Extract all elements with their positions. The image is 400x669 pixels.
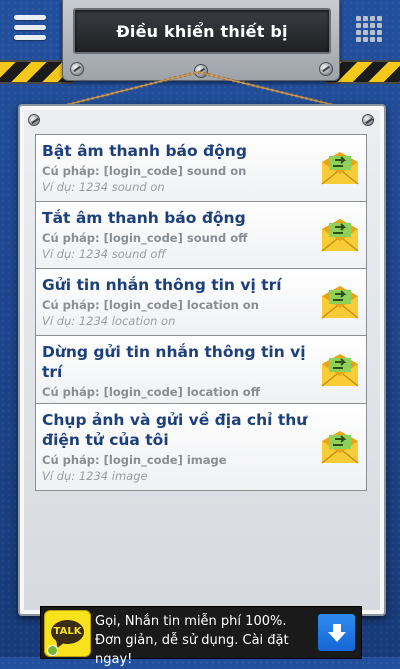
ad-text: Gọi, Nhắn tin miễn phí 100%. Đơn giản, d… bbox=[95, 614, 289, 667]
screw-icon bbox=[362, 114, 374, 126]
command-syntax: Cú pháp: [login_code] sound off bbox=[42, 231, 248, 245]
badge-icon bbox=[47, 645, 58, 656]
command-title: Gửi tin nhắn thông tin vị trí bbox=[42, 276, 282, 294]
menu-button[interactable] bbox=[14, 15, 46, 45]
send-mail-icon[interactable] bbox=[320, 215, 360, 255]
screw-icon bbox=[70, 62, 84, 76]
send-mail-icon[interactable] bbox=[320, 350, 360, 390]
list-item[interactable]: Dừng gửi tin nhắn thông tin vị trí Cú ph… bbox=[36, 336, 366, 415]
command-board: Bật âm thanh báo động Cú pháp: [login_co… bbox=[18, 104, 386, 616]
send-mail-icon[interactable] bbox=[320, 282, 360, 322]
command-example: Ví dụ: 1234 sound off bbox=[42, 247, 166, 261]
apps-grid-button[interactable] bbox=[356, 16, 384, 44]
command-title: Tắt âm thanh báo động bbox=[42, 209, 246, 227]
send-mail-icon[interactable] bbox=[320, 148, 360, 188]
list-item[interactable]: Chụp ảnh và gửi về địa chỉ thư điện tử c… bbox=[36, 404, 366, 490]
header-plate: Điều khiển thiết bị bbox=[62, 0, 340, 81]
command-syntax: Cú pháp: [login_code] location on bbox=[42, 298, 259, 312]
list-item[interactable]: Tắt âm thanh báo động Cú pháp: [login_co… bbox=[36, 202, 366, 269]
command-syntax: Cú pháp: [login_code] sound on bbox=[42, 164, 247, 178]
command-title: Bật âm thanh báo động bbox=[42, 142, 247, 160]
page-title: Điều khiển thiết bị bbox=[116, 21, 288, 41]
ad-download-button[interactable] bbox=[318, 614, 355, 651]
screw-icon bbox=[194, 64, 208, 78]
download-arrow-icon bbox=[327, 623, 346, 642]
command-syntax: Cú pháp: [login_code] location off bbox=[42, 385, 261, 399]
command-example: Ví dụ: 1234 location on bbox=[42, 314, 176, 328]
send-mail-icon[interactable] bbox=[320, 427, 360, 467]
command-title: Chụp ảnh và gửi về địa chỉ thư điện tử c… bbox=[42, 411, 308, 449]
command-syntax: Cú pháp: [login_code] image bbox=[42, 453, 227, 467]
screw-icon bbox=[319, 62, 333, 76]
screw-icon bbox=[28, 114, 40, 126]
hamburger-menu-icon bbox=[14, 15, 46, 20]
list-item[interactable]: Gửi tin nhắn thông tin vị trí Cú pháp: [… bbox=[36, 269, 366, 336]
command-title: Dừng gửi tin nhắn thông tin vị trí bbox=[42, 343, 306, 381]
command-example: Ví dụ: 1234 sound on bbox=[42, 180, 165, 194]
kakaotalk-logo: TALK bbox=[44, 610, 91, 657]
command-example: Ví dụ: 1234 image bbox=[42, 469, 148, 483]
command-list: Bật âm thanh báo động Cú pháp: [login_co… bbox=[35, 134, 367, 491]
list-item[interactable]: Bật âm thanh báo động Cú pháp: [login_co… bbox=[36, 135, 366, 202]
ad-banner[interactable]: TALK Gọi, Nhắn tin miễn phí 100%. Đơn gi… bbox=[40, 606, 362, 667]
title-box: Điều khiển thiết bị bbox=[73, 8, 331, 54]
